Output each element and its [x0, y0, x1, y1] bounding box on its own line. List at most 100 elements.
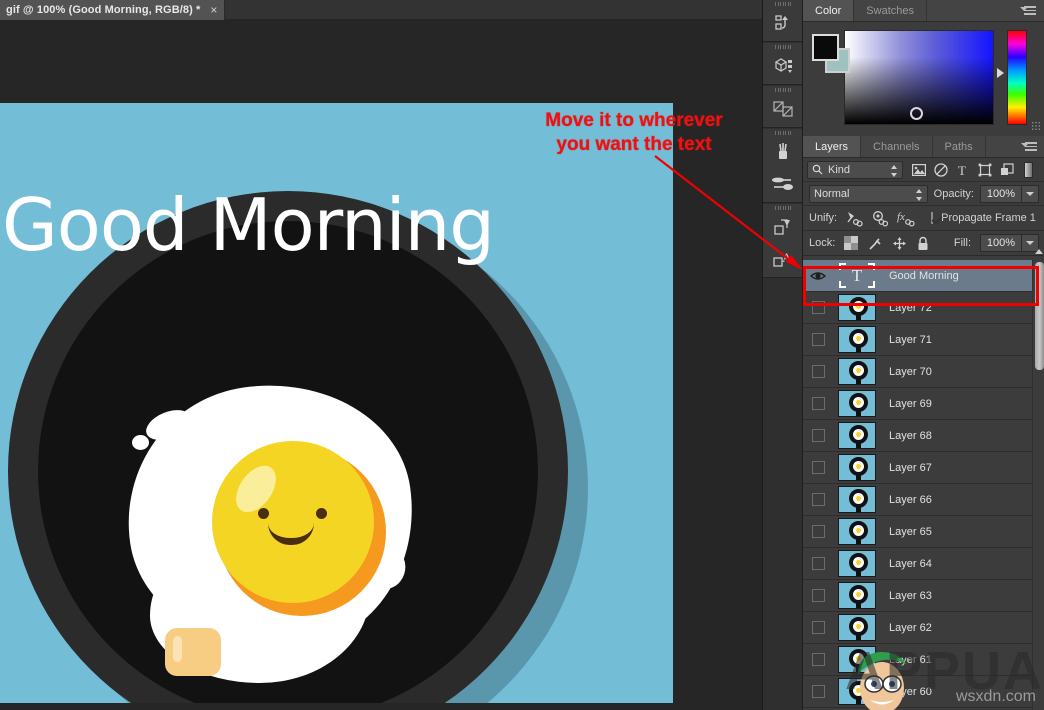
layer-row[interactable]: Layer 68	[803, 420, 1044, 452]
layer-visibility-checkbox[interactable]	[812, 557, 825, 570]
layer-visibility-checkbox[interactable]	[812, 653, 825, 666]
dock-grip[interactable]	[763, 129, 803, 136]
brush-icon[interactable]	[763, 136, 803, 168]
dock-grip[interactable]	[763, 0, 803, 7]
adjustments-icon[interactable]	[763, 93, 803, 125]
tab-layers[interactable]: Layers	[803, 136, 861, 157]
unify-position-icon[interactable]	[845, 210, 863, 227]
dock-grip[interactable]	[763, 86, 803, 93]
close-icon[interactable]: ×	[210, 4, 217, 16]
layer-row[interactable]: Layer 71	[803, 324, 1044, 356]
layer-visibility-checkbox[interactable]	[812, 493, 825, 506]
tab-swatches[interactable]: Swatches	[854, 0, 927, 21]
shape-filter-icon[interactable]	[977, 162, 992, 177]
layer-row[interactable]: Layer 65	[803, 516, 1044, 548]
styles-icon[interactable]	[763, 211, 803, 243]
3d-icon[interactable]	[763, 50, 803, 82]
document-tab[interactable]: gif @ 100% (Good Morning, RGB/8) * ×	[0, 0, 225, 20]
tab-channels[interactable]: Channels	[861, 136, 932, 157]
color-picker-ring[interactable]	[910, 107, 923, 120]
lock-position-icon[interactable]	[892, 236, 907, 251]
layer-thumbnail-cell	[833, 582, 881, 609]
layer-visibility-checkbox[interactable]	[812, 589, 825, 602]
layer-visibility-cell[interactable]	[803, 333, 833, 346]
pixel-filter-icon[interactable]	[911, 162, 926, 177]
foreground-color-swatch[interactable]	[812, 34, 839, 61]
layer-visibility-cell[interactable]	[803, 429, 833, 442]
layer-visibility-cell[interactable]	[803, 525, 833, 538]
color-gradient-field[interactable]	[844, 30, 994, 125]
dock-group-adjustments	[763, 86, 803, 128]
layer-row[interactable]: Layer 60	[803, 676, 1044, 708]
layer-visibility-cell[interactable]	[803, 365, 833, 378]
layer-kind-spinner[interactable]	[891, 165, 898, 177]
hue-slider-marker[interactable]	[997, 68, 1004, 78]
adjustment-filter-icon[interactable]	[933, 162, 948, 177]
layer-visibility-cell[interactable]	[803, 685, 833, 698]
lock-all-icon[interactable]	[916, 236, 931, 251]
layer-visibility-checkbox[interactable]	[812, 621, 825, 634]
layer-row[interactable]: Layer 69	[803, 388, 1044, 420]
opacity-input[interactable]: 100%	[980, 185, 1022, 203]
unify-visibility-icon[interactable]	[871, 210, 889, 227]
layer-visibility-checkbox[interactable]	[812, 365, 825, 378]
layer-thumbnail	[838, 646, 876, 673]
layer-kind-select[interactable]: Kind	[807, 161, 903, 179]
layer-name: Layer 63	[881, 590, 932, 602]
layer-visibility-cell[interactable]	[803, 589, 833, 602]
fill-label: Fill:	[954, 237, 971, 249]
layer-filter-toggle[interactable]	[1024, 162, 1033, 178]
layer-visibility-cell[interactable]	[803, 493, 833, 506]
layer-row[interactable]: Layer 67	[803, 452, 1044, 484]
layers-panel-menu-icon[interactable]	[1021, 140, 1039, 154]
lock-image-icon[interactable]	[868, 236, 883, 251]
layer-row[interactable]: Layer 62	[803, 612, 1044, 644]
layer-name: Layer 71	[881, 334, 932, 346]
layer-visibility-checkbox[interactable]	[812, 685, 825, 698]
smart-object-filter-icon[interactable]	[999, 162, 1014, 177]
annotation-text: Move it to wherever you want the text	[508, 109, 760, 157]
layer-visibility-checkbox[interactable]	[812, 397, 825, 410]
layer-row[interactable]: Layer 70	[803, 356, 1044, 388]
layer-visibility-cell[interactable]	[803, 557, 833, 570]
character-icon[interactable]: A	[763, 243, 803, 275]
layer-row[interactable]: Layer 64	[803, 548, 1044, 580]
layer-visibility-cell[interactable]	[803, 397, 833, 410]
layer-list[interactable]: TGood MorningLayer 72Layer 71Layer 70Lay…	[803, 260, 1044, 710]
opacity-dropdown-icon[interactable]	[1022, 185, 1039, 203]
dock-grip[interactable]	[763, 204, 803, 211]
layer-visibility-checkbox[interactable]	[812, 525, 825, 538]
unify-style-icon[interactable]: fx	[897, 210, 915, 227]
hue-slider-strip[interactable]	[1007, 30, 1027, 125]
brush-presets-icon[interactable]	[763, 168, 803, 200]
panel-resize-grip[interactable]	[1031, 121, 1041, 131]
dock-grip[interactable]	[763, 43, 803, 50]
fill-input[interactable]: 100%	[980, 234, 1022, 252]
propagate-frame-checkbox[interactable]	[931, 212, 933, 224]
scroll-up-icon[interactable]	[1035, 249, 1043, 254]
svg-text:T: T	[958, 163, 966, 177]
layer-visibility-cell[interactable]	[803, 461, 833, 474]
layer-row[interactable]: Layer 61	[803, 644, 1044, 676]
color-panel-menu-icon[interactable]	[1020, 4, 1038, 18]
layer-row[interactable]: Layer 66	[803, 484, 1044, 516]
layer-visibility-checkbox[interactable]	[812, 429, 825, 442]
layer-visibility-cell[interactable]	[803, 621, 833, 634]
blend-mode-spinner[interactable]	[916, 189, 923, 201]
history-icon[interactable]	[763, 7, 803, 39]
bread-highlight	[173, 636, 182, 662]
layer-thumbnail	[838, 454, 876, 481]
lock-transparency-icon[interactable]	[844, 236, 859, 251]
layer-visibility-checkbox[interactable]	[812, 333, 825, 346]
canvas-heading-text[interactable]: Good Morning	[2, 183, 494, 267]
layer-visibility-checkbox[interactable]	[812, 461, 825, 474]
tab-paths[interactable]: Paths	[933, 136, 986, 157]
layer-row[interactable]: Layer 63	[803, 580, 1044, 612]
image-canvas[interactable]: Good Morning	[0, 103, 673, 703]
type-filter-icon[interactable]: T	[955, 162, 970, 177]
blend-mode-select[interactable]: Normal	[809, 185, 928, 203]
tab-color[interactable]: Color	[803, 0, 854, 21]
layer-thumbnail	[838, 518, 876, 545]
layer-visibility-cell[interactable]	[803, 653, 833, 666]
layer-list-scrollbar[interactable]	[1032, 260, 1044, 710]
